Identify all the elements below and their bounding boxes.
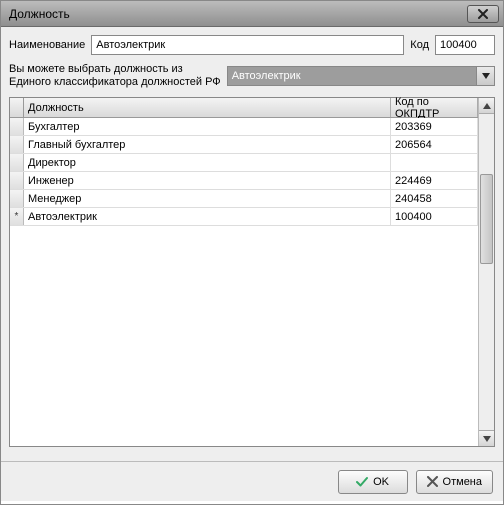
cell-code: 100400 xyxy=(391,208,478,225)
row-header xyxy=(10,172,24,189)
positions-grid[interactable]: Должность Код по ОКПДТР Бухгалтер203369Г… xyxy=(10,98,478,446)
ok-label: OK xyxy=(373,476,389,488)
combo-selected-text: Автоэлектрик xyxy=(228,67,476,85)
name-label: Наименование xyxy=(9,39,85,51)
hint-line2: Единого классификатора должностей РФ xyxy=(9,76,221,88)
cell-position: Бухгалтер xyxy=(24,118,391,135)
name-code-row: Наименование Код xyxy=(9,35,495,55)
cancel-button[interactable]: Отмена xyxy=(416,470,493,494)
grid-wrap: Должность Код по ОКПДТР Бухгалтер203369Г… xyxy=(9,97,495,447)
table-row[interactable]: Менеджер240458 xyxy=(10,190,478,208)
cell-position: Автоэлектрик xyxy=(24,208,391,225)
cell-code: 240458 xyxy=(391,190,478,207)
cell-position: Менеджер xyxy=(24,190,391,207)
cell-code: 224469 xyxy=(391,172,478,189)
grid-body[interactable]: Бухгалтер203369Главный бухгалтер206564Ди… xyxy=(10,118,478,446)
cancel-label: Отмена xyxy=(443,476,482,488)
title-bar: Должность xyxy=(1,1,503,27)
classifier-hint: Вы можете выбрать должность из Единого к… xyxy=(9,63,221,89)
cell-position: Директор xyxy=(24,154,391,171)
grid-header-corner xyxy=(10,98,24,117)
x-icon xyxy=(427,476,438,487)
scroll-track[interactable] xyxy=(479,114,494,430)
dialog-footer: OK Отмена xyxy=(1,461,503,501)
combo-dropdown-button[interactable] xyxy=(476,67,494,85)
cell-code xyxy=(391,154,478,171)
table-row[interactable]: Бухгалтер203369 xyxy=(10,118,478,136)
classifier-combo[interactable]: Автоэлектрик xyxy=(227,66,495,86)
check-icon xyxy=(356,476,368,488)
row-header xyxy=(10,190,24,207)
cell-code: 206564 xyxy=(391,136,478,153)
cell-code: 203369 xyxy=(391,118,478,135)
table-row[interactable]: Главный бухгалтер206564 xyxy=(10,136,478,154)
grid-header: Должность Код по ОКПДТР xyxy=(10,98,478,118)
close-icon xyxy=(477,9,489,19)
grid-header-code[interactable]: Код по ОКПДТР xyxy=(391,98,478,117)
chevron-down-icon xyxy=(482,73,490,79)
cell-position: Главный бухгалтер xyxy=(24,136,391,153)
vertical-scrollbar[interactable] xyxy=(478,98,494,446)
classifier-row: Вы можете выбрать должность из Единого к… xyxy=(9,63,495,89)
cell-position: Инженер xyxy=(24,172,391,189)
ok-button[interactable]: OK xyxy=(338,470,408,494)
hint-line1: Вы можете выбрать должность из xyxy=(9,63,183,75)
grid-header-position[interactable]: Должность xyxy=(24,98,391,117)
triangle-up-icon xyxy=(483,103,491,109)
row-header xyxy=(10,154,24,171)
table-row[interactable]: Инженер224469 xyxy=(10,172,478,190)
name-input[interactable] xyxy=(91,35,404,55)
form-body: Наименование Код Вы можете выбрать должн… xyxy=(1,27,503,461)
row-header xyxy=(10,136,24,153)
triangle-down-icon xyxy=(483,436,491,442)
window-title: Должность xyxy=(9,7,467,21)
scroll-up-button[interactable] xyxy=(479,98,494,114)
scroll-thumb[interactable] xyxy=(480,174,493,264)
code-input[interactable] xyxy=(435,35,495,55)
row-header: * xyxy=(10,208,24,225)
table-row[interactable]: *Автоэлектрик100400 xyxy=(10,208,478,226)
code-label: Код xyxy=(410,39,429,51)
scroll-down-button[interactable] xyxy=(479,430,494,446)
table-row[interactable]: Директор xyxy=(10,154,478,172)
row-header xyxy=(10,118,24,135)
close-button[interactable] xyxy=(467,5,499,23)
